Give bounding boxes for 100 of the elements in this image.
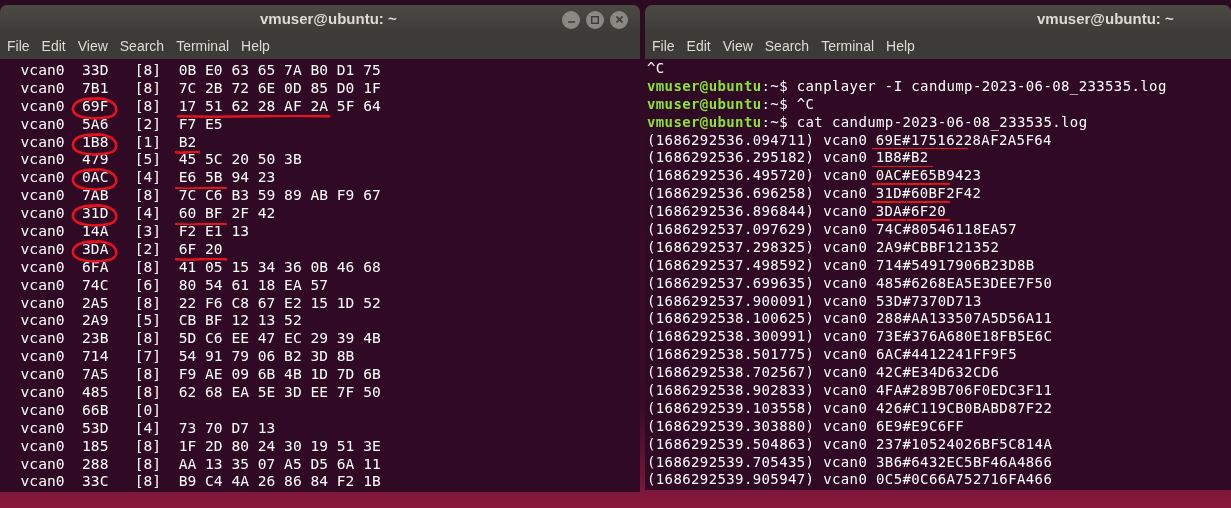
terminal-line: (1686292538.702567) vcan0 42C#E34D632CD6 <box>647 366 1000 379</box>
data-bytes: CB BF 12 13 52 <box>178 314 302 327</box>
log-text: (1686292536.295182) vcan0 <box>647 151 868 164</box>
can-id-text: 3DA <box>875 203 903 220</box>
dlc-text: [8] <box>134 260 162 273</box>
can-id-text: 66B <box>82 400 109 418</box>
minimize-icon <box>567 21 575 23</box>
menu-item[interactable]: Help <box>241 36 270 57</box>
data-bytes: 94 23 <box>231 171 276 184</box>
can-id-text: 3DA <box>82 239 109 257</box>
menu-item[interactable]: File <box>7 36 30 57</box>
log-text: (1686292536.696258) vcan0 <box>647 187 868 200</box>
interface-text: vcan0 <box>20 368 65 381</box>
terminal-line: (1686292539.103558) vcan0 426#C119CB0BABD87F22 <box>647 401 1053 414</box>
menu-item[interactable]: Edit <box>41 36 66 57</box>
interface-text: vcan0 <box>20 278 65 291</box>
interface-text: vcan0 <box>20 475 65 488</box>
can-id-text: 31D <box>875 185 903 202</box>
menu-item[interactable]: Terminal <box>176 36 230 57</box>
can-id-text: 14A <box>82 221 109 239</box>
dlc-text: [1] <box>134 135 162 148</box>
dlc-text: [5] <box>134 314 162 327</box>
terminal-line: (1686292537.699635) vcan0 485#6268EA5E3DEE7F50 <box>647 276 1053 289</box>
close-button[interactable] <box>610 10 628 29</box>
dlc-text: [8] <box>134 189 162 202</box>
underline-annotation <box>174 222 227 226</box>
can-id-text: 714 <box>82 347 109 365</box>
menu-item[interactable]: Edit <box>686 36 711 57</box>
menu-item[interactable]: View <box>77 36 108 57</box>
data-bytes: E6 5B <box>178 168 223 186</box>
data-bytes: 7C C6 B3 59 89 AB F9 67 <box>178 189 381 202</box>
data-bytes: 7C 2B 72 6E 0D 85 D0 1F <box>178 81 381 94</box>
interface-text: vcan0 <box>20 439 65 452</box>
data-bytes: AA 13 35 07 A5 D5 6A 11 <box>178 457 381 470</box>
menu-item[interactable]: View <box>722 36 753 57</box>
interface-text: vcan0 <box>20 314 65 327</box>
can-id-text: 485 <box>82 382 109 400</box>
window-title: vmuser@ubuntu: ~ <box>260 9 397 30</box>
separator-text: # <box>902 151 911 164</box>
prompt-text: vmuser@ubuntu <box>647 97 762 110</box>
interface-text: vcan0 <box>20 385 65 398</box>
data-bytes: B2 <box>910 149 929 166</box>
close-icon <box>615 16 623 23</box>
interface-text: vcan0 <box>20 81 65 94</box>
can-id-text: 7B1 <box>82 78 109 96</box>
dlc-text: [8] <box>134 332 162 345</box>
log-text: (1686292536.896844) vcan0 <box>647 205 868 218</box>
dlc-text: [6] <box>134 278 162 291</box>
data-bytes: 6F20 <box>910 203 947 220</box>
menu-item[interactable]: Search <box>764 36 810 57</box>
can-id-text: 0AC <box>82 168 109 186</box>
interface-text: vcan0 <box>20 296 65 309</box>
dlc-text: [8] <box>134 368 162 381</box>
data-bytes: 6F 20 <box>178 239 223 257</box>
dlc-text: [0] <box>134 403 162 416</box>
dlc-text: [8] <box>134 439 162 452</box>
underline-annotation <box>174 151 201 154</box>
interface-text: vcan0 <box>20 99 65 112</box>
can-id-text: 33D <box>82 60 109 78</box>
terminal-line: (1686292539.303880) vcan0 6E9#E9C6FF <box>647 419 965 432</box>
menu-item[interactable]: Search <box>119 36 165 57</box>
can-id-text: 23B <box>82 329 109 347</box>
data-bytes: B2 <box>178 132 197 150</box>
data-bytes: 45 5C 20 50 3B <box>178 153 302 166</box>
terminal-line: (1686292538.501775) vcan0 6AC#4412241FF9F5 <box>647 348 1017 361</box>
menu-item[interactable]: Terminal <box>821 36 875 57</box>
interface-text: vcan0 <box>20 242 65 255</box>
can-id-text: 6FA <box>82 257 109 275</box>
can-id-text: 7AB <box>82 186 109 204</box>
terminal-line: (1686292539.504863) vcan0 237#10524026BF5C814A <box>647 437 1053 450</box>
maximize-button[interactable] <box>586 10 604 29</box>
can-id-text: 7A5 <box>82 365 109 383</box>
prompt-text: vmuser@ubuntu <box>647 115 762 128</box>
maximize-icon <box>591 15 599 24</box>
can-id-text: 31D <box>82 204 109 222</box>
data-bytes: 5F 64 <box>336 99 381 112</box>
window-title: vmuser@ubuntu: ~ <box>1037 9 1174 30</box>
dlc-text: [8] <box>134 99 162 112</box>
interface-text: vcan0 <box>20 224 65 237</box>
data-bytes: F9 AE 09 6B 4B 1D 7D 6B <box>178 368 381 381</box>
data-bytes: 80 54 61 18 EA 57 <box>178 278 329 291</box>
minimize-button[interactable] <box>562 10 580 29</box>
underline-annotation <box>174 186 227 190</box>
menu-item[interactable]: Help <box>886 36 915 57</box>
data-bytes: 54 91 79 06 B2 3D 8B <box>178 350 355 363</box>
data-bytes: 2F42 <box>946 187 982 200</box>
dlc-text: [8] <box>134 385 162 398</box>
data-bytes: 22 F6 C8 67 E2 15 1D 52 <box>178 296 381 309</box>
terminal-line: (1686292537.900091) vcan0 53D#7370D713 <box>647 294 982 307</box>
interface-text: vcan0 <box>20 171 65 184</box>
menu-item[interactable]: File <box>652 36 675 57</box>
interface-text: vcan0 <box>20 117 65 130</box>
dlc-text: [4] <box>134 171 162 184</box>
can-id-text: 1B8 <box>875 149 903 166</box>
terminal-line: (1686292538.902833) vcan0 4FA#289B706F0EDC3F11 <box>647 383 1053 396</box>
data-bytes: 28AF2A5F64 <box>963 133 1052 146</box>
interface-text: vcan0 <box>20 332 65 345</box>
data-bytes: 2F 42 <box>231 207 276 220</box>
dlc-text: [8] <box>134 63 162 76</box>
interface-text: vcan0 <box>20 153 65 166</box>
